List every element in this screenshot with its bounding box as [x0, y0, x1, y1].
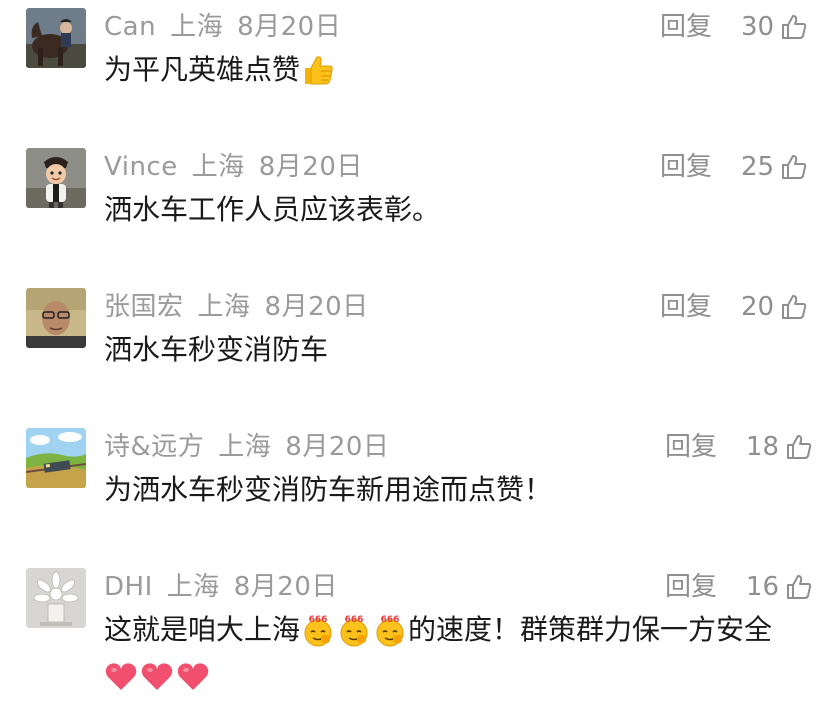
- heart-emoji: [141, 663, 173, 690]
- like-button[interactable]: 18: [746, 430, 813, 464]
- comment-item: 诗&远方 上海 8月20日 回复 18 为洒水车秒变消防车新用途而点赞！: [0, 420, 830, 560]
- comment-item: Vince 上海 8月20日 回复 25 洒水车工作人员应该表彰。: [0, 140, 830, 280]
- date: 8月20日: [237, 12, 342, 42]
- like-count: 18: [746, 432, 780, 462]
- thumbs-up-outline-icon: [780, 293, 808, 321]
- comment-meta: Can 上海 8月20日: [104, 10, 355, 44]
- avatar[interactable]: [26, 428, 86, 488]
- date: 8月20日: [233, 572, 338, 602]
- reply-button[interactable]: 回复: [660, 10, 712, 44]
- thumbs-up-outline-icon: [785, 573, 813, 601]
- thumbs-up-emoji: [301, 53, 335, 87]
- username[interactable]: 诗&远方: [104, 432, 204, 462]
- comment-item: 张国宏 上海 8月20日 回复 20 洒水车秒变消防车: [0, 280, 830, 420]
- location: 上海: [170, 12, 224, 42]
- 666-label: 666: [309, 615, 328, 625]
- reply-button[interactable]: 回复: [660, 290, 712, 324]
- username[interactable]: DHI: [104, 572, 153, 602]
- username[interactable]: Can: [104, 12, 156, 42]
- heart-emoji: [105, 663, 137, 690]
- comment-item: Can 上海 8月20日 回复 30 为平凡英雄点赞: [0, 0, 830, 140]
- thumbs-up-outline-icon: [785, 433, 813, 461]
- like-count: 20: [741, 292, 775, 322]
- thumbs-up-outline-icon: [780, 13, 808, 41]
- like-button[interactable]: 25: [741, 150, 808, 184]
- location: 上海: [197, 292, 251, 322]
- comment-meta: 诗&远方 上海 8月20日: [104, 430, 403, 464]
- location: 上海: [218, 432, 272, 462]
- comment-body-part2: 的速度！群策群力保一方安全: [408, 613, 773, 646]
- 666-emoji: 666: [373, 613, 407, 647]
- comment-body-part1: 这就是咱大上海: [104, 613, 301, 646]
- like-count: 30: [741, 12, 775, 42]
- comment-body: 洒水车工作人员应该表彰。: [104, 193, 441, 226]
- comment-text: 为洒水车秒变消防车新用途而点赞！: [104, 472, 552, 508]
- like-button[interactable]: 20: [741, 290, 808, 324]
- comment-body: 为平凡英雄点赞: [104, 53, 301, 86]
- date: 8月20日: [285, 432, 390, 462]
- date: 8月20日: [258, 152, 363, 182]
- comment-body: 洒水车秒变消防车: [104, 333, 329, 366]
- comment-text: 这就是咱大上海 666 666 666 的速度！群策群力保一方安全: [104, 612, 772, 648]
- like-button[interactable]: 16: [746, 570, 813, 604]
- comment-text: 洒水车工作人员应该表彰。: [104, 192, 440, 228]
- avatar[interactable]: [26, 148, 86, 208]
- comment-body: 为洒水车秒变消防车新用途而点赞！: [104, 473, 553, 506]
- thumbs-up-outline-icon: [780, 153, 808, 181]
- avatar[interactable]: [26, 568, 86, 628]
- 666-emoji: 666: [337, 613, 371, 647]
- reply-button[interactable]: 回复: [665, 570, 717, 604]
- location: 上海: [191, 152, 245, 182]
- avatar[interactable]: [26, 8, 86, 68]
- 666-emoji: 666: [301, 613, 335, 647]
- like-button[interactable]: 30: [741, 10, 808, 44]
- comment-text: 洒水车秒变消防车: [104, 332, 328, 368]
- heart-emoji-row: [104, 660, 212, 694]
- username[interactable]: Vince: [104, 152, 178, 182]
- reply-button[interactable]: 回复: [665, 430, 717, 464]
- username[interactable]: 张国宏: [104, 292, 184, 322]
- date: 8月20日: [264, 292, 369, 322]
- comment-meta: DHI 上海 8月20日: [104, 570, 352, 604]
- heart-emoji: [177, 663, 209, 690]
- location: 上海: [166, 572, 220, 602]
- avatar[interactable]: [26, 288, 86, 348]
- 666-label: 666: [381, 615, 400, 625]
- like-count: 16: [746, 572, 780, 602]
- comment-meta: 张国宏 上海 8月20日: [104, 290, 383, 324]
- comment-text: 为平凡英雄点赞: [104, 52, 336, 88]
- like-count: 25: [741, 152, 775, 182]
- reply-button[interactable]: 回复: [660, 150, 712, 184]
- comment-meta: Vince 上海 8月20日: [104, 150, 377, 184]
- 666-label: 666: [345, 615, 364, 625]
- comment-item: DHI 上海 8月20日 回复 16 这就是咱大上海 666 666 666 的…: [0, 560, 830, 700]
